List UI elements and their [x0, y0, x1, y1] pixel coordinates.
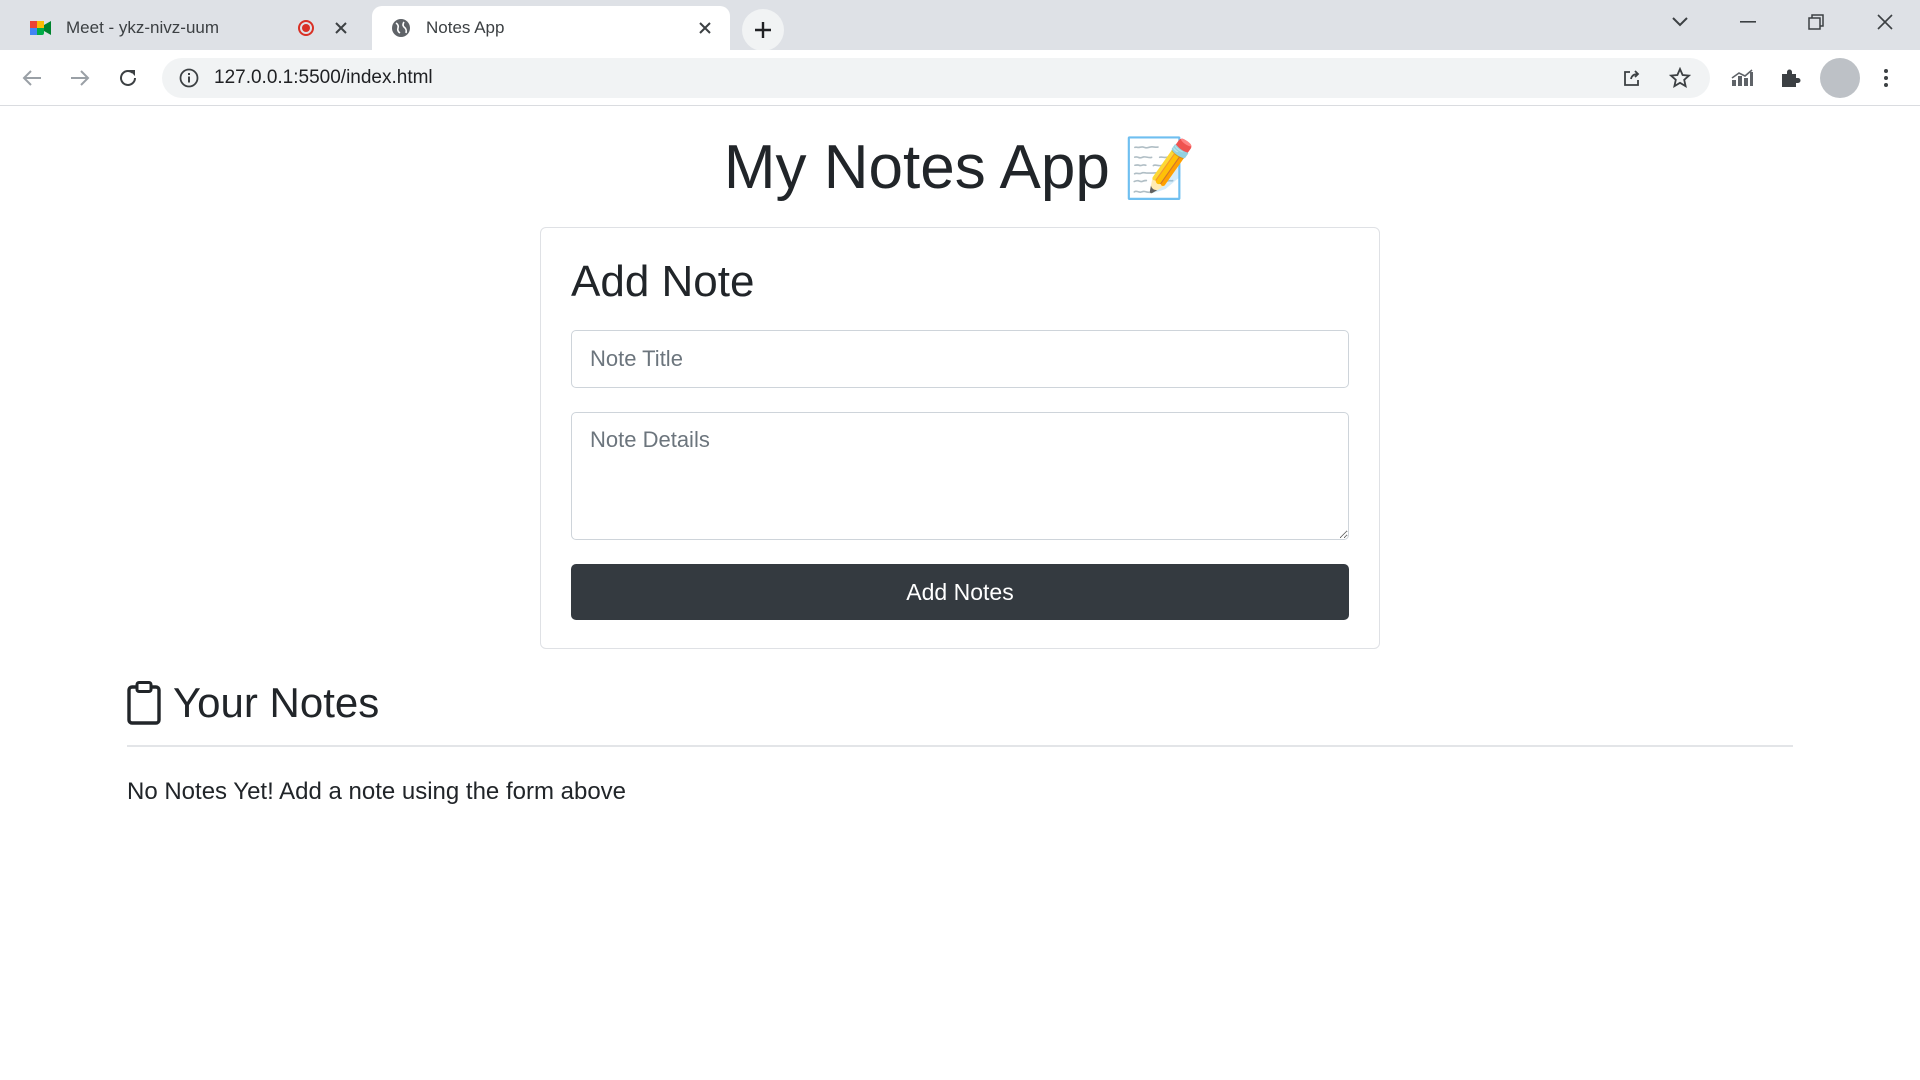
profile-avatar[interactable]	[1820, 58, 1860, 98]
tab-search-button[interactable]	[1650, 0, 1710, 44]
your-notes-heading: Your Notes	[127, 679, 379, 727]
kebab-menu-icon	[1884, 69, 1888, 87]
close-tab-icon[interactable]	[694, 17, 716, 39]
restore-icon	[1808, 14, 1824, 30]
tab-title: Meet - ykz-nivz-uum	[66, 18, 220, 37]
add-note-heading: Add Note	[571, 257, 755, 306]
forward-button[interactable]	[62, 60, 98, 96]
tab-title: Notes App	[426, 18, 505, 37]
tab-meet[interactable]: Meet - ykz-nivz-uum	[12, 6, 366, 50]
site-info-icon[interactable]	[178, 67, 200, 89]
add-note-card: Add Note Add Notes	[540, 227, 1380, 649]
speed-chart-icon	[1731, 69, 1753, 86]
browser-menu-button[interactable]	[1868, 60, 1904, 96]
close-icon	[1877, 14, 1893, 30]
page-content: My Notes App📝 Add Note Add Notes Your No…	[0, 107, 1920, 1080]
app-title-text: My Notes App	[723, 133, 1110, 202]
close-window-button[interactable]	[1855, 0, 1915, 44]
chevron-down-icon	[1672, 17, 1688, 27]
recording-icon	[298, 20, 314, 36]
reload-button[interactable]	[110, 60, 146, 96]
memo-icon: 📝	[1123, 136, 1197, 201]
restore-button[interactable]	[1786, 0, 1846, 44]
minimize-button[interactable]	[1718, 0, 1778, 44]
share-button[interactable]	[1614, 60, 1650, 96]
performance-button[interactable]	[1724, 60, 1760, 96]
section-divider	[127, 745, 1793, 747]
add-notes-button[interactable]: Add Notes	[571, 564, 1349, 621]
back-button[interactable]	[14, 60, 50, 96]
puzzle-icon	[1782, 69, 1801, 87]
minimize-icon	[1740, 21, 1756, 23]
address-bar[interactable]: 127.0.0.1:5500/index.html	[162, 58, 1710, 98]
browser-tab-strip: Meet - ykz-nivz-uum Notes App	[0, 0, 1920, 51]
app-title: My Notes App 📝	[0, 131, 1920, 205]
google-meet-icon	[30, 17, 52, 39]
empty-notes-message: No Notes Yet! Add a note using the form …	[127, 778, 627, 805]
plus-icon	[755, 22, 771, 38]
note-details-textarea[interactable]	[571, 412, 1349, 541]
tab-notes-app[interactable]: Notes App	[372, 6, 730, 50]
star-icon	[1669, 67, 1691, 89]
arrow-right-icon	[71, 70, 90, 86]
new-tab-button[interactable]	[742, 9, 784, 51]
share-icon	[1624, 70, 1640, 86]
clipboard-icon	[127, 681, 161, 725]
extensions-button[interactable]	[1772, 60, 1808, 96]
your-notes-heading-text: Your Notes	[173, 679, 380, 726]
browser-toolbar: 127.0.0.1:5500/index.html	[0, 50, 1920, 106]
arrow-left-icon	[22, 70, 41, 86]
close-tab-icon[interactable]	[330, 17, 352, 39]
note-title-input[interactable]	[571, 330, 1349, 389]
globe-icon	[390, 17, 412, 39]
bookmark-button[interactable]	[1662, 60, 1698, 96]
reload-icon	[120, 69, 136, 86]
url-text: 127.0.0.1:5500/index.html	[214, 67, 433, 88]
